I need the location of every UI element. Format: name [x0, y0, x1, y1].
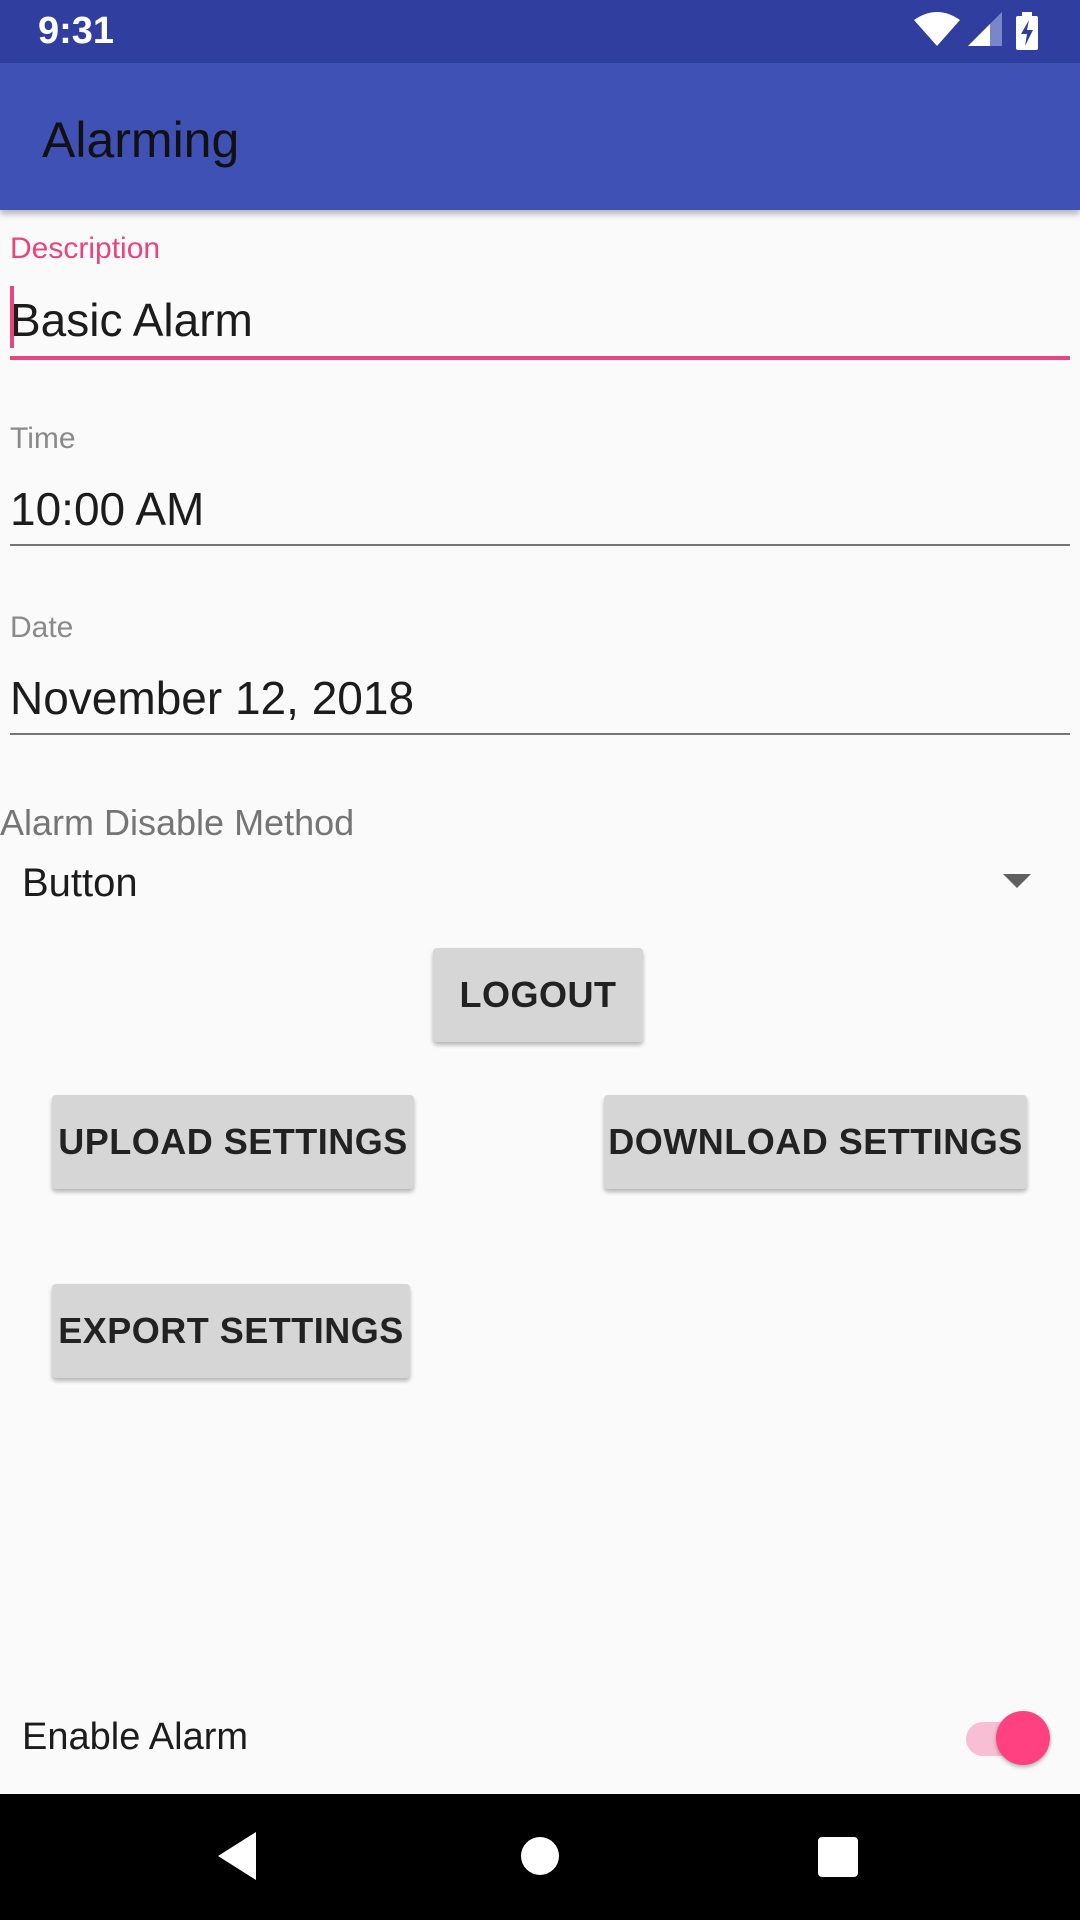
- home-icon[interactable]: [521, 1837, 559, 1875]
- app-title: Alarming: [42, 112, 240, 168]
- date-input[interactable]: November 12, 2018: [10, 671, 414, 725]
- disable-method-spinner[interactable]: Button: [22, 861, 138, 906]
- date-underline: [10, 733, 1070, 735]
- description-input[interactable]: Basic Alarm: [10, 293, 253, 347]
- status-bar: 9:31: [0, 0, 1080, 63]
- upload-settings-button[interactable]: UPLOAD SETTINGS: [52, 1095, 414, 1189]
- status-time: 9:31: [38, 10, 115, 52]
- date-label: Date: [10, 611, 74, 644]
- back-icon[interactable]: [218, 1832, 256, 1880]
- time-input[interactable]: 10:00 AM: [10, 482, 204, 536]
- logout-button[interactable]: LOGOUT: [433, 948, 643, 1042]
- enable-alarm-label: Enable Alarm: [22, 1716, 249, 1758]
- toggle-thumb[interactable]: [996, 1711, 1050, 1765]
- wifi-icon: [914, 12, 960, 53]
- description-underline: [10, 356, 1070, 360]
- time-underline: [10, 544, 1070, 546]
- dropdown-arrow-icon[interactable]: [1003, 874, 1031, 888]
- navigation-bar: [0, 1794, 1080, 1920]
- text-cursor: [10, 286, 14, 348]
- app-bar: Alarming: [0, 63, 1080, 210]
- time-label: Time: [10, 422, 76, 455]
- recents-icon[interactable]: [818, 1837, 858, 1877]
- export-settings-button[interactable]: EXPORT SETTINGS: [52, 1284, 410, 1378]
- description-label: Description: [10, 232, 161, 265]
- battery-charging-icon: [1016, 12, 1038, 55]
- disable-method-label: Alarm Disable Method: [0, 802, 355, 843]
- download-settings-button[interactable]: DOWNLOAD SETTINGS: [604, 1095, 1027, 1189]
- cellular-signal-icon: [968, 12, 1002, 53]
